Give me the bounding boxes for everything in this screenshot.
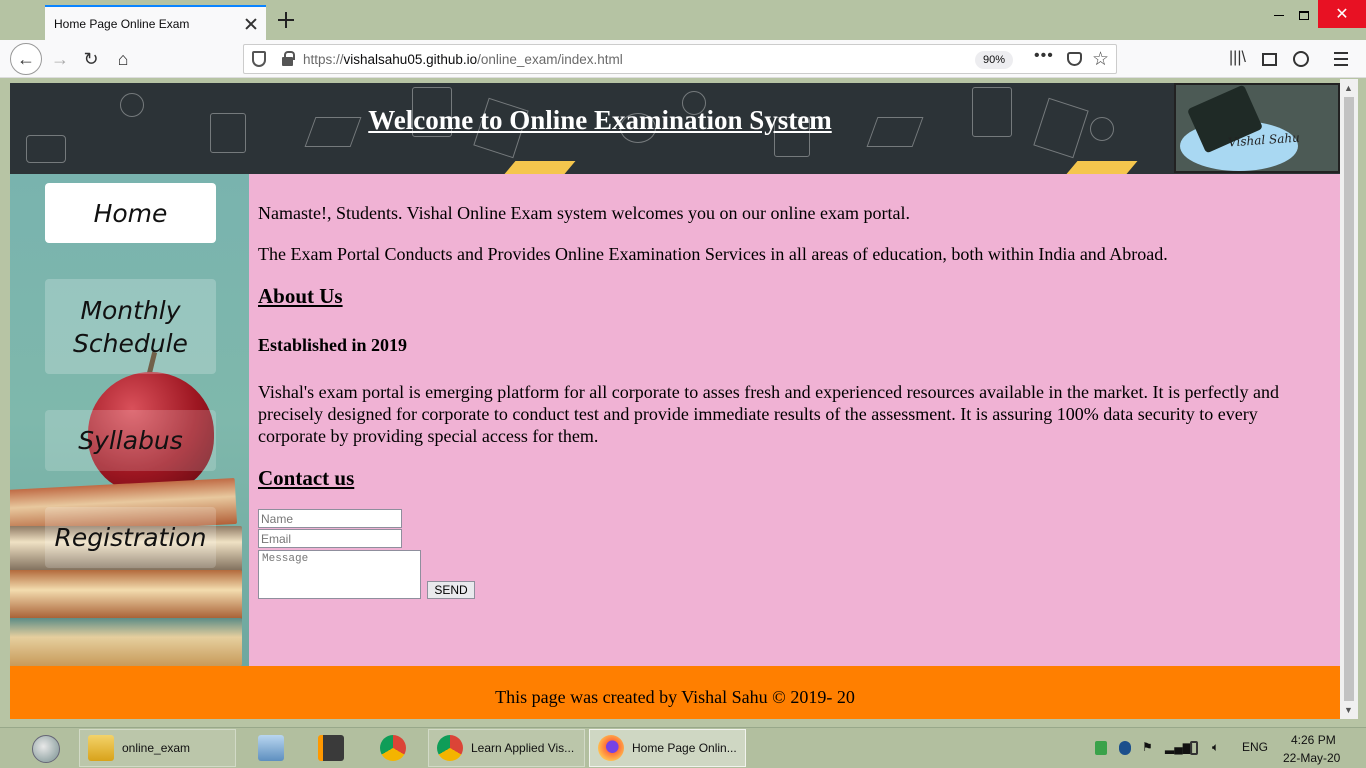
lock-icon[interactable] — [282, 51, 295, 66]
nav-syllabus-button[interactable]: Syllabus — [45, 410, 216, 471]
scroll-down-icon[interactable]: ▼ — [1344, 705, 1353, 715]
web-page: Welcome to Online Examination System Vis… — [10, 83, 1340, 719]
header-banner: Welcome to Online Examination System Vis… — [10, 83, 1340, 174]
pocket-icon[interactable] — [1067, 52, 1082, 66]
book-graphic — [10, 570, 242, 620]
send-button[interactable]: SEND — [427, 581, 475, 599]
clock-time[interactable]: 4:26 PM — [1291, 733, 1336, 747]
site-title: Welcome to Online Examination System — [368, 105, 832, 135]
url-prefix: https:// — [303, 52, 344, 67]
nav-registration-button[interactable]: Registration — [45, 507, 216, 568]
email-field[interactable] — [258, 529, 402, 548]
established-heading: Established in 2019 — [258, 335, 408, 355]
intro-paragraph: Namaste!, Students. Vishal Online Exam s… — [258, 203, 910, 223]
action-center-flag-icon[interactable]: ⚑ — [1142, 740, 1153, 754]
nav-monthly-schedule-button[interactable]: Monthly Schedule — [45, 279, 216, 374]
tab-close-icon[interactable] — [244, 17, 258, 31]
account-icon[interactable] — [1293, 51, 1309, 67]
chalk-doodle-icon — [26, 135, 66, 163]
contact-heading: Contact us — [258, 466, 355, 490]
page-scrollbar[interactable]: ▲ ▼ — [1340, 79, 1358, 719]
home-icon[interactable]: ⌂ — [108, 44, 138, 74]
url-text[interactable]: https://vishalsahu05.github.io/online_ex… — [303, 52, 623, 67]
bookmark-star-icon[interactable]: ☆ — [1092, 48, 1109, 71]
start-icon — [32, 735, 60, 763]
sidebar-toggle-icon[interactable] — [1262, 53, 1277, 66]
sidebar: Home Monthly Schedule Syllabus Registrat… — [10, 174, 249, 666]
about-heading: About Us — [258, 284, 343, 308]
taskbar-label: Learn Applied Vis... — [471, 741, 575, 755]
pencil-graphic — [1066, 161, 1138, 174]
address-bar[interactable]: https://vishalsahu05.github.io/online_ex… — [243, 44, 1117, 74]
page-actions-icon[interactable]: ••• — [1034, 47, 1054, 65]
taskbar-item-sublime[interactable] — [310, 729, 352, 767]
window-close-button[interactable]: ✕ — [1318, 0, 1366, 28]
reload-icon[interactable]: ↻ — [76, 44, 106, 74]
sublime-text-icon — [318, 735, 344, 761]
clock-date[interactable]: 22-May-20 — [1283, 751, 1340, 765]
tracking-shield-icon[interactable] — [252, 51, 266, 67]
taskbar-item-firefox[interactable]: Home Page Onlin... — [589, 729, 746, 767]
pencil-graphic — [504, 161, 576, 174]
name-field[interactable] — [258, 509, 402, 528]
taskbar-label: Home Page Onlin... — [632, 741, 737, 755]
bluetooth-tray-icon[interactable] — [1119, 741, 1131, 755]
tab-title: Home Page Online Exam — [54, 16, 190, 31]
url-path: /online_exam/index.html — [477, 52, 623, 67]
folder-icon — [88, 735, 114, 761]
battery-icon[interactable] — [1190, 741, 1198, 755]
taskbar-item-calculator[interactable] — [250, 729, 292, 767]
network-signal-icon[interactable]: ▂▄▆ — [1165, 740, 1192, 754]
start-button[interactable] — [26, 732, 66, 766]
back-arrow-icon[interactable]: ← — [10, 43, 42, 75]
volume-icon[interactable]: 🔈︎ — [1212, 740, 1219, 755]
scroll-up-icon[interactable]: ▲ — [1344, 83, 1353, 93]
firefox-icon — [598, 735, 624, 761]
scroll-thumb[interactable] — [1344, 97, 1354, 701]
new-tab-icon[interactable] — [276, 10, 296, 30]
browser-toolbar: ← → ↻ ⌂ https://vishalsahu05.github.io/o… — [0, 40, 1366, 78]
taskbar-item-learn-applied[interactable]: Learn Applied Vis... — [428, 729, 585, 767]
library-icon[interactable]: |||\ — [1229, 49, 1246, 67]
book-graphic — [10, 618, 242, 666]
message-textarea[interactable] — [258, 550, 421, 599]
site-logo[interactable]: Vishal Sahu — [1174, 83, 1340, 173]
calculator-icon — [258, 735, 284, 761]
forward-arrow-icon[interactable]: → — [45, 44, 75, 74]
taskbar-item-online-exam[interactable]: online_exam — [79, 729, 236, 767]
url-host: vishalsahu05.github.io — [343, 52, 478, 67]
hamburger-menu-icon[interactable] — [1334, 52, 1348, 70]
chrome-icon — [380, 735, 406, 761]
browser-titlebar: Home Page Online Exam ✕ — [0, 0, 1366, 40]
taskbar-item-chrome[interactable] — [372, 729, 414, 767]
page-footer: This page was created by Vishal Sahu © 2… — [10, 666, 1340, 719]
language-indicator[interactable]: ENG — [1242, 740, 1268, 754]
chrome-icon — [437, 735, 463, 761]
about-paragraph: Vishal's exam portal is emerging platfor… — [258, 382, 1279, 446]
intro-paragraph-2: The Exam Portal Conducts and Provides On… — [258, 244, 1168, 264]
utorrent-tray-icon[interactable] — [1095, 741, 1107, 755]
zoom-badge[interactable]: 90% — [975, 51, 1013, 69]
browser-tab[interactable]: Home Page Online Exam — [45, 5, 266, 40]
os-taskbar: online_exam Learn Applied Vis... Home Pa… — [0, 727, 1366, 768]
taskbar-label: online_exam — [122, 741, 191, 755]
nav-home-button[interactable]: Home — [45, 183, 216, 243]
